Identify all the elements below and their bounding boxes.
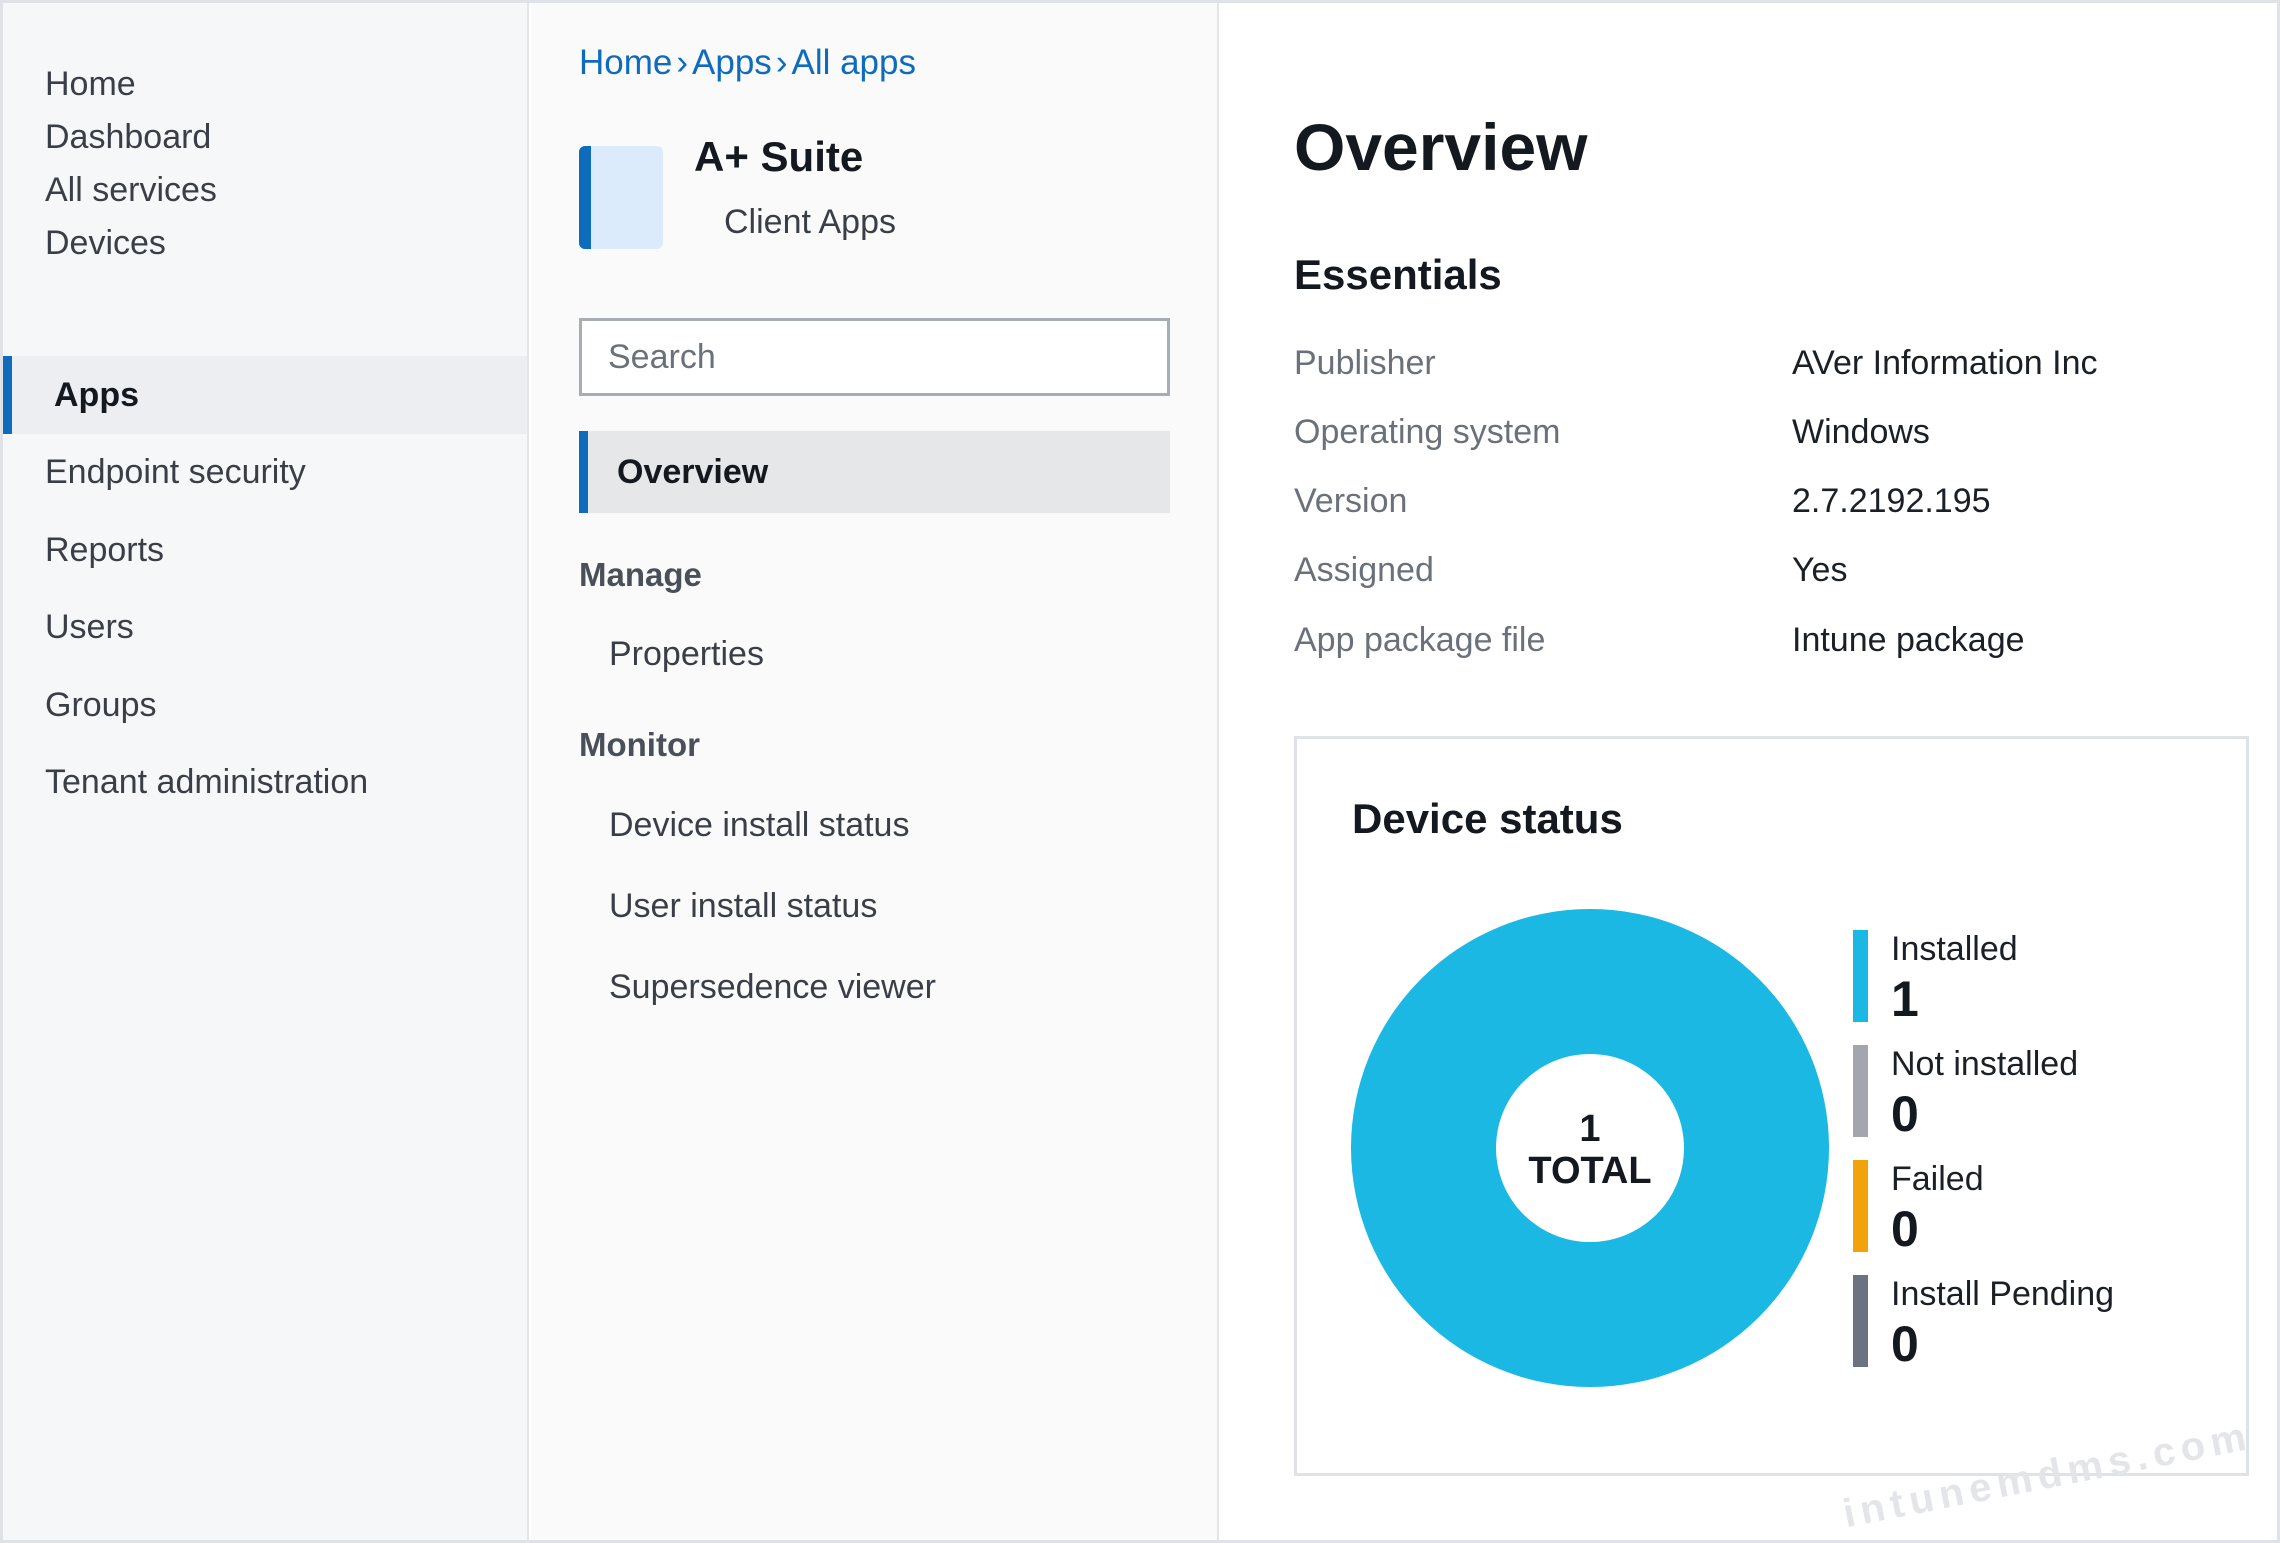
device-status-donut-chart[interactable]: 1 TOTAL [1351,909,1829,1387]
essentials-value-publisher: AVer Information Inc [1792,344,2098,382]
nav-item-label: Devices [45,223,166,262]
nav-item-label: Groups [45,685,157,724]
legend-swatch-installed [1853,930,1868,1022]
essentials-label-operating-system: Operating system [1294,413,1561,451]
breadcrumb-all-apps-link[interactable]: All apps [791,43,916,82]
breadcrumb-home-link[interactable]: Home [579,43,672,82]
device-status-title: Device status [1352,795,1623,842]
device-status-card[interactable]: Device status 1 TOTAL Installed 1 Not in… [1294,736,2249,1476]
essentials-value-operating-system: Windows [1792,413,1930,451]
nav-item-users[interactable]: Users [3,588,527,666]
essentials-value-version: 2.7.2192.195 [1792,482,1991,520]
blade-item-properties[interactable]: Properties [609,635,764,674]
blade-item-supersedence-viewer[interactable]: Supersedence viewer [609,968,936,1007]
donut-total-value: 1 [1579,1108,1600,1150]
nav-item-label: Reports [45,530,165,569]
blade-search-input[interactable] [579,318,1170,396]
essentials-value-assigned: Yes [1792,551,1848,589]
legend-label: Not installed [1891,1045,2079,1083]
essentials-label-publisher: Publisher [1294,344,1436,382]
essentials-value-app-package-file: Intune package [1792,621,2025,659]
nav-item-label: Endpoint security [45,452,306,491]
legend-swatch-not-installed [1853,1045,1868,1137]
blade-item-overview[interactable]: Overview [579,431,1170,513]
legend-label: Failed [1891,1160,1984,1198]
legend-label: Installed [1891,930,2018,968]
legend-swatch-install-pending [1853,1275,1868,1367]
nav-item-apps[interactable]: Apps [3,356,527,434]
overview-content: Overview Essentials Publisher AVer Infor… [1221,3,2277,1540]
legend-swatch-failed [1853,1160,1868,1252]
legend-label: Install Pending [1891,1275,2115,1313]
essentials-label-version: Version [1294,482,1408,520]
app-subtitle: Client Apps [724,203,896,241]
app-title: A+ Suite [694,133,864,180]
left-navigation: Home Dashboard All services Devices Apps… [3,3,529,1540]
nav-item-reports[interactable]: Reports [3,511,527,589]
nav-item-groups[interactable]: Groups [3,666,527,744]
app-icon [579,146,663,249]
nav-item-endpoint-security[interactable]: Endpoint security [3,433,527,511]
legend-count: 1 [1891,971,1919,1027]
essentials-label-app-package-file: App package file [1294,621,1546,659]
breadcrumb: Home › Apps › All apps [579,43,916,83]
nav-item-tenant-administration[interactable]: Tenant administration [3,743,527,821]
app-blade: Home › Apps › All apps A+ Suite Client Apps … [531,3,1219,1540]
nav-item-label: Apps [54,375,139,414]
legend-count: 0 [1891,1316,1919,1372]
blade-item-user-install-status[interactable]: User install status [609,887,877,926]
section-heading-monitor: Monitor [579,726,700,763]
breadcrumb-separator: › [676,43,689,82]
breadcrumb-apps-link[interactable]: Apps [692,43,772,82]
essentials-title: Essentials [1294,251,1502,298]
nav-item-label: Tenant administration [45,762,369,801]
breadcrumb-separator: › [775,43,788,82]
blade-item-label: Overview [617,452,769,491]
legend-item-installed[interactable]: Installed 1 [1853,930,2233,1027]
essentials-label-assigned: Assigned [1294,551,1434,589]
page-title: Overview [1294,110,1588,184]
legend-item-failed[interactable]: Failed 0 [1853,1160,2233,1257]
donut-total-label: TOTAL [1528,1150,1651,1192]
nav-item-devices[interactable]: Devices [3,204,527,282]
legend-item-install-pending[interactable]: Install Pending 0 [1853,1275,2233,1372]
blade-item-device-install-status[interactable]: Device install status [609,806,909,845]
legend-item-not-installed[interactable]: Not installed 0 [1853,1045,2233,1142]
section-heading-manage: Manage [579,556,702,593]
legend-count: 0 [1891,1201,1919,1257]
legend-count: 0 [1891,1086,1919,1142]
nav-item-label: Users [45,607,134,646]
